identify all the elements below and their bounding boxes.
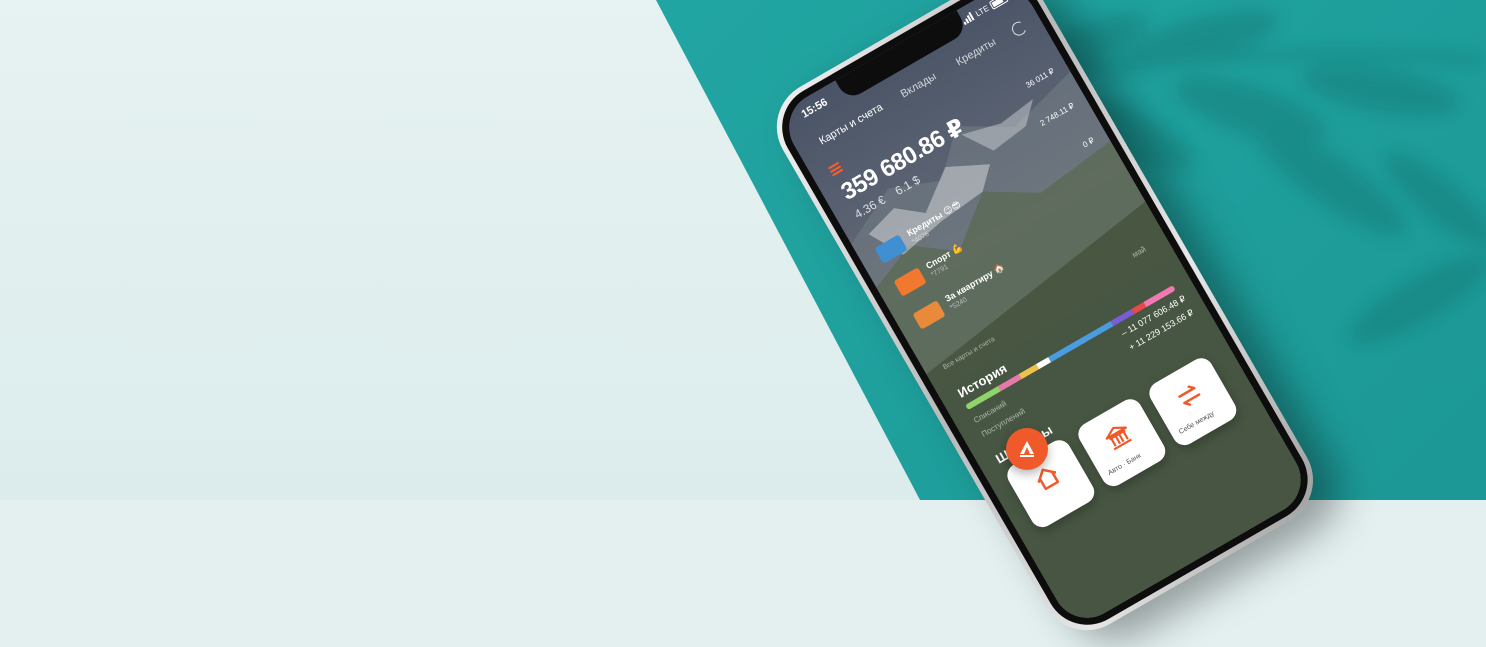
bank-icon [1105,426,1133,451]
alfa-logo-icon [1020,441,1034,457]
transfer-icon [1178,385,1201,406]
template-label: Авто · Банк [1106,452,1143,477]
alfa-logo-button[interactable] [1006,428,1048,470]
